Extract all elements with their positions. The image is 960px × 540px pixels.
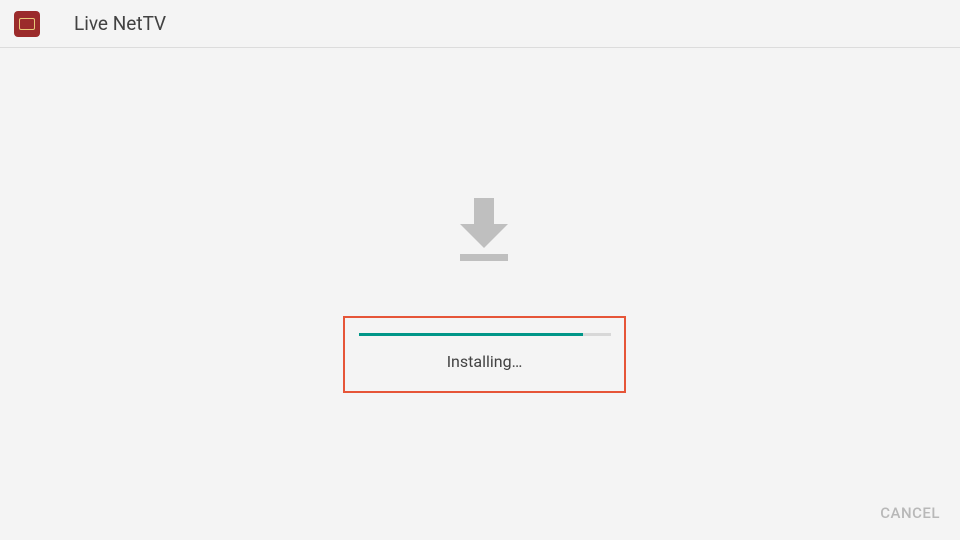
progress-highlight-box: Installing… <box>343 316 626 393</box>
installing-status-text: Installing… <box>447 352 523 371</box>
progress-fill <box>359 333 583 336</box>
app-icon <box>14 11 40 37</box>
header-bar: Live NetTV <box>0 0 960 48</box>
content-area: Installing… CANCEL <box>0 48 960 540</box>
progress-bar <box>359 333 611 336</box>
cancel-button[interactable]: CANCEL <box>880 504 940 522</box>
download-arrow-icon <box>460 198 508 266</box>
app-title: Live NetTV <box>74 12 166 35</box>
